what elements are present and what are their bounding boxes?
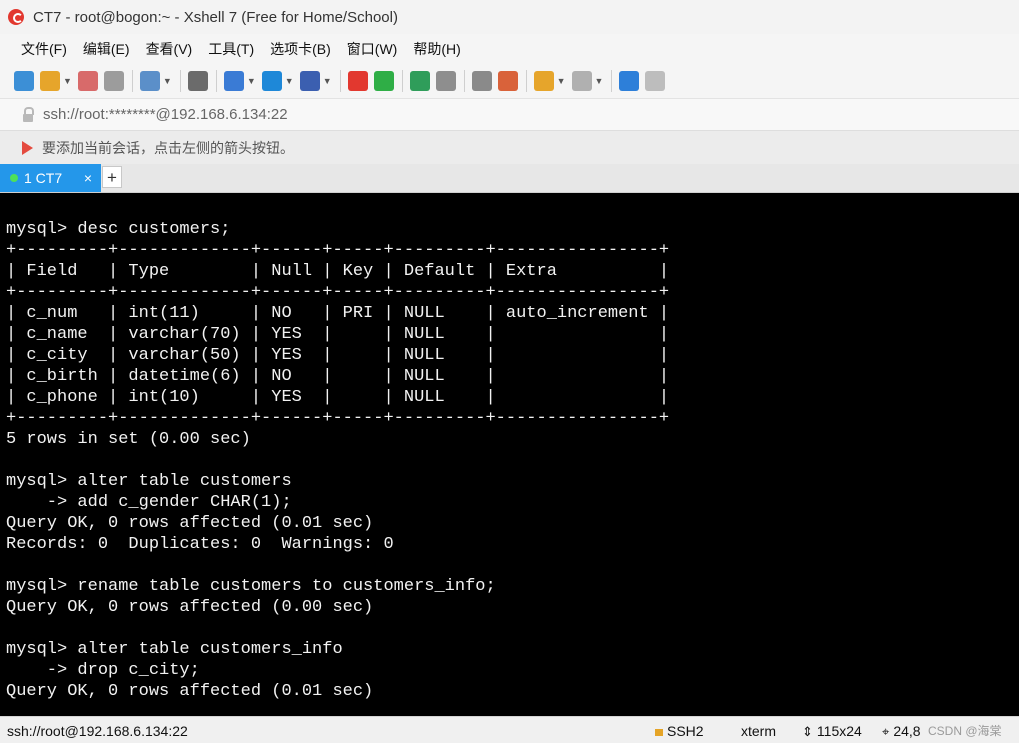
lock-icon: [23, 106, 34, 122]
reconnect-icon[interactable]: [77, 71, 98, 91]
size-text: 115x24: [816, 723, 862, 739]
tab-strip: 1 CT7 × +: [0, 164, 1019, 193]
toolbar-divider: [525, 70, 527, 92]
cursor-text: 24,8: [893, 723, 921, 739]
chevron-down-icon[interactable]: ▼: [595, 76, 604, 86]
terminal-line: -> drop c_city;: [6, 661, 200, 680]
terminal-line: mysql> desc customers;: [6, 220, 231, 239]
lock-icon: [655, 729, 663, 736]
address-field[interactable]: ssh://root:********@192.168.6.134:22: [43, 106, 288, 123]
status-connection: ssh://root@192.168.6.134:22: [7, 723, 188, 739]
menu-bar: 文件(F) 编辑(E) 查看(V) 工具(T) 选项卡(B) 窗口(W) 帮助(…: [0, 34, 1019, 64]
toolbar-divider: [401, 70, 403, 92]
terminal-line: Records: 0 Duplicates: 0 Warnings: 0: [6, 535, 394, 554]
menu-help[interactable]: 帮助(H): [405, 34, 468, 64]
xftp-icon[interactable]: [373, 71, 394, 91]
terminal-line: | c_city | varchar(50) | YES | | NULL | …: [6, 346, 670, 365]
menu-file[interactable]: 文件(F): [13, 34, 75, 64]
protocol-text: SSH2: [667, 723, 704, 739]
chevron-down-icon[interactable]: ▼: [323, 76, 332, 86]
toolbar-divider: [463, 70, 465, 92]
menu-tabs[interactable]: 选项卡(B): [262, 34, 339, 64]
find-icon[interactable]: [187, 71, 208, 91]
close-icon[interactable]: ×: [84, 170, 92, 186]
layout-icon[interactable]: [571, 71, 592, 91]
toolbar-divider: [179, 70, 181, 92]
toolbar-divider: [339, 70, 341, 92]
session-hint-text: 要添加当前会话，点击左侧的箭头按钮。: [42, 139, 294, 156]
connected-status-icon: [10, 174, 18, 182]
tab-ct7[interactable]: 1 CT7 ×: [0, 164, 101, 192]
terminal-line: | c_num | int(11) | NO | PRI | NULL | au…: [6, 304, 670, 323]
resize-icon: ⇕: [802, 724, 813, 739]
help-icon[interactable]: [619, 71, 640, 91]
compose-icon[interactable]: [497, 71, 518, 91]
keyboard-icon[interactable]: [471, 71, 492, 91]
terminal-line: mysql> alter table customers: [6, 472, 292, 491]
toolbar-divider: [131, 70, 133, 92]
disconnect-icon[interactable]: [103, 71, 124, 91]
terminal-line: | Field | Type | Null | Key | Default | …: [6, 262, 670, 281]
menu-tools[interactable]: 工具(T): [200, 34, 262, 64]
font-icon[interactable]: [299, 71, 320, 91]
terminal-line: +---------+-------------+------+-----+--…: [6, 283, 670, 302]
chevron-down-icon[interactable]: ▼: [63, 76, 72, 86]
terminal-line: -> add c_gender CHAR(1);: [6, 493, 292, 512]
xshell-icon[interactable]: [347, 71, 368, 91]
globe-icon[interactable]: [261, 71, 282, 91]
fullscreen-icon[interactable]: [409, 71, 430, 91]
tab-label: 1 CT7: [24, 170, 63, 186]
status-cursor: ⌖ 24,8: [882, 723, 921, 740]
toolbar: ▼ ▼ ▼ ▼ ▼ ▼ ▼: [0, 64, 1019, 98]
title-bar: CT7 - root@bogon:~ - Xshell 7 (Free for …: [0, 0, 1019, 34]
terminal-line: | c_phone | int(10) | YES | | NULL | |: [6, 388, 670, 407]
terminal-line: +---------+-------------+------+-----+--…: [6, 409, 670, 428]
chevron-down-icon[interactable]: ▼: [285, 76, 294, 86]
lock-icon[interactable]: [435, 71, 456, 91]
terminal-line: 5 rows in set (0.00 sec): [6, 430, 251, 449]
chevron-down-icon[interactable]: ▼: [163, 76, 172, 86]
new-tab-button[interactable]: +: [102, 166, 122, 188]
add-tab-icon[interactable]: [533, 71, 554, 91]
status-protocol: SSH2: [655, 723, 704, 739]
terminal-line: | c_birth | datetime(6) | NO | | NULL | …: [6, 367, 670, 386]
terminal-line: Query OK, 0 rows affected (0.00 sec): [6, 598, 374, 617]
window-title: CT7 - root@bogon:~ - Xshell 7 (Free for …: [33, 8, 398, 26]
properties-icon[interactable]: [139, 71, 160, 91]
session-hint-bar: 要添加当前会话，点击左侧的箭头按钮。: [0, 130, 1019, 164]
terminal-line: Query OK, 0 rows affected (0.01 sec): [6, 514, 374, 533]
menu-window[interactable]: 窗口(W): [339, 34, 406, 64]
terminal-line: Query OK, 0 rows affected (0.01 sec): [6, 682, 374, 701]
toolbar-divider: [215, 70, 217, 92]
xshell-logo-icon: [8, 9, 24, 25]
arrow-bookmark-icon[interactable]: [22, 140, 36, 155]
toolbar-divider: [611, 70, 613, 92]
open-folder-icon[interactable]: [40, 71, 60, 91]
menu-view[interactable]: 查看(V): [138, 34, 201, 64]
terminal-line: | c_name | varchar(70) | YES | | NULL | …: [6, 325, 670, 344]
cursor-pos-icon: ⌖: [882, 724, 890, 739]
transfer-icon[interactable]: [223, 71, 244, 91]
status-size: ⇕ 115x24: [802, 723, 862, 740]
chevron-down-icon[interactable]: ▼: [557, 76, 566, 86]
watermark: CSDN @海棠: [928, 724, 1002, 738]
terminal-line: mysql> rename table customers to custome…: [6, 577, 496, 596]
terminal-line: +---------+-------------+------+-----+--…: [6, 241, 670, 260]
chevron-down-icon[interactable]: ▼: [247, 76, 256, 86]
terminal-line: mysql> alter table customers_info: [6, 640, 343, 659]
menu-edit[interactable]: 编辑(E): [75, 34, 138, 64]
status-bar: ssh://root@192.168.6.134:22 SSH2 xterm ⇕…: [0, 716, 1019, 743]
new-session-icon[interactable]: [14, 71, 34, 91]
terminal-output[interactable]: mysql> desc customers; +---------+-------…: [0, 193, 1019, 716]
chat-icon[interactable]: [645, 71, 666, 91]
address-bar: ssh://root:********@192.168.6.134:22: [0, 98, 1019, 130]
status-term: xterm: [741, 723, 776, 739]
